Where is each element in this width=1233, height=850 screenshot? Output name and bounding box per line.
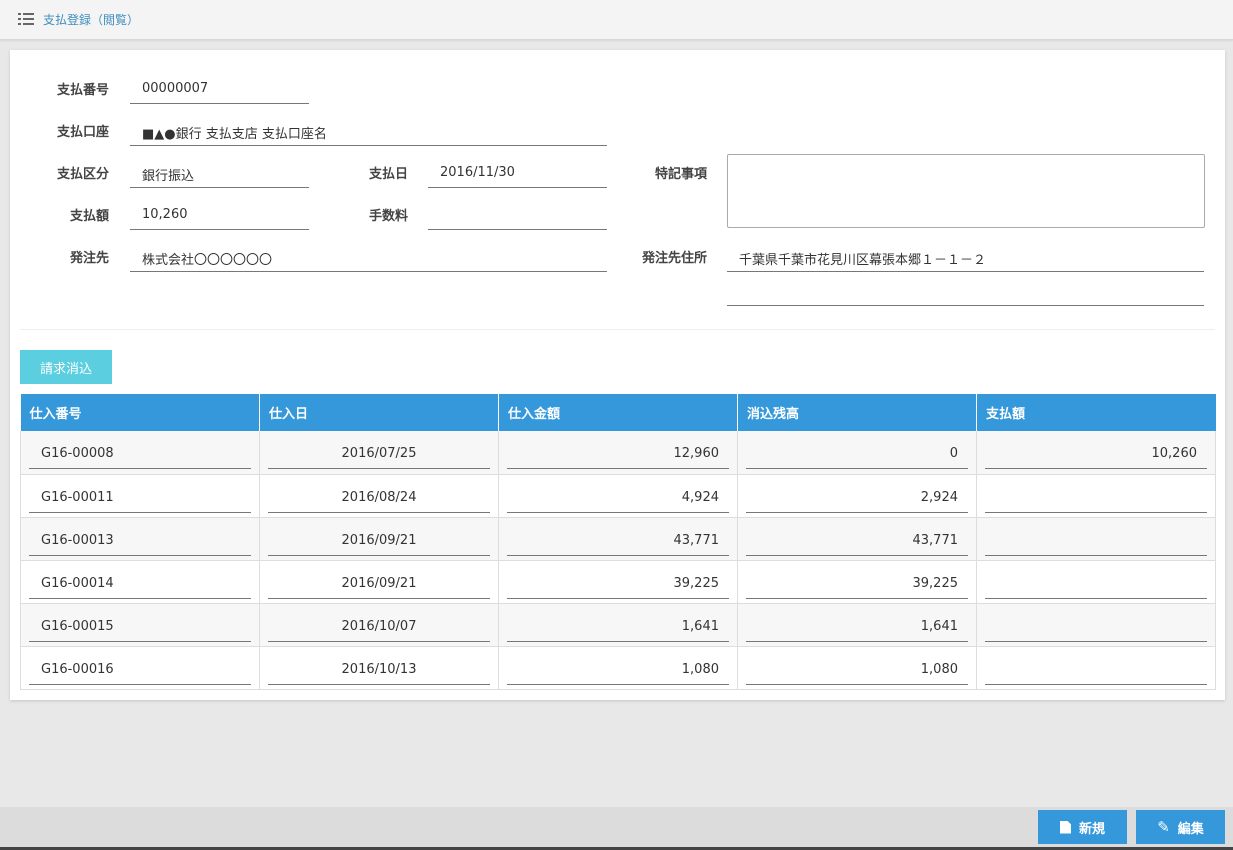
payment-account-field[interactable]: ■▲●銀行 支払支店 支払口座名 (130, 112, 607, 146)
footer-bar: 新規 ✎ 編集 (0, 807, 1233, 850)
purchase-number-cell[interactable]: G16-00008 (29, 435, 251, 470)
fee-label: 手数料 (368, 209, 408, 224)
payment-type-label: 支払区分 (56, 167, 109, 182)
payment-account-label: 支払口座 (56, 125, 109, 140)
remaining-balance-cell[interactable]: 2,924 (746, 479, 968, 513)
column-header-purchase-number: 仕入番号 (20, 394, 260, 431)
payment-date-label: 支払日 (368, 167, 408, 182)
payment-amount-cell[interactable]: 10,260 (985, 435, 1207, 470)
purchase-date-cell[interactable]: 2016/10/13 (268, 651, 490, 685)
payment-amount-field[interactable]: 10,260 (130, 196, 309, 230)
vendor-address-line2[interactable] (727, 272, 1204, 306)
purchase-number-cell[interactable]: G16-00011 (29, 479, 251, 513)
pencil-icon: ✎ (1157, 817, 1170, 836)
remaining-balance-cell[interactable]: 43,771 (746, 522, 968, 556)
table-row: G16-00008 2016/07/25 12,960 0 10,260 (20, 431, 1216, 475)
new-button[interactable]: 新規 (1038, 810, 1127, 844)
purchase-date-cell[interactable]: 2016/08/24 (268, 479, 490, 513)
purchase-amount-cell[interactable]: 12,960 (507, 435, 729, 470)
purchase-amount-cell[interactable]: 43,771 (507, 522, 729, 556)
column-header-payment-amount: 支払額 (976, 394, 1216, 431)
payment-amount-cell[interactable] (985, 565, 1207, 599)
new-button-label: 新規 (1078, 821, 1105, 837)
edit-button[interactable]: ✎ 編集 (1136, 810, 1225, 844)
fee-field[interactable] (428, 196, 607, 230)
special-notes-label: 特記事項 (654, 167, 707, 182)
column-header-remaining-balance: 消込残高 (737, 394, 977, 431)
remaining-balance-cell[interactable]: 1,641 (746, 608, 968, 642)
top-bar: 支払登録（閲覧） (0, 0, 1233, 40)
purchase-date-cell[interactable]: 2016/09/21 (268, 565, 490, 599)
document-icon (1059, 820, 1071, 834)
purchase-number-cell[interactable]: G16-00013 (29, 522, 251, 556)
edit-button-label: 編集 (1177, 821, 1204, 837)
table-header-row: 仕入番号 仕入日 仕入金額 消込残高 支払額 (20, 394, 1216, 431)
purchase-date-cell[interactable]: 2016/10/07 (268, 608, 490, 642)
remaining-balance-cell[interactable]: 39,225 (746, 565, 968, 599)
main-panel: 支払番号 00000007 支払口座 ■▲●銀行 支払支店 支払口座名 支払区分… (10, 50, 1225, 700)
vendor-field[interactable]: 株式会社〇〇〇〇〇〇 (130, 238, 607, 272)
purchase-date-cell[interactable]: 2016/09/21 (268, 522, 490, 556)
payment-number-label: 支払番号 (56, 83, 109, 98)
remaining-balance-cell[interactable]: 0 (746, 435, 968, 470)
invoice-reconcile-button[interactable]: 請求消込 (20, 350, 112, 384)
purchase-table: 仕入番号 仕入日 仕入金額 消込残高 支払額 G16-00008 2016/07… (20, 394, 1216, 690)
payment-amount-cell[interactable] (985, 651, 1207, 685)
column-header-purchase-amount: 仕入金額 (498, 394, 738, 431)
payment-amount-cell[interactable] (985, 522, 1207, 556)
payment-number-field[interactable]: 00000007 (130, 70, 309, 104)
remaining-balance-cell[interactable]: 1,080 (746, 651, 968, 685)
purchase-amount-cell[interactable]: 1,080 (507, 651, 729, 685)
table-row: G16-00016 2016/10/13 1,080 1,080 (20, 646, 1216, 690)
table-row: G16-00015 2016/10/07 1,641 1,641 (20, 603, 1216, 647)
table-row: G16-00013 2016/09/21 43,771 43,771 (20, 517, 1216, 561)
section-divider (20, 329, 1215, 330)
payment-amount-cell[interactable] (985, 608, 1207, 642)
vendor-address-line1[interactable]: 千葉県千葉市花見川区幕張本郷１－１－２ (727, 238, 1204, 272)
page-title: 支払登録（閲覧） (43, 13, 140, 27)
special-notes-textarea[interactable] (727, 154, 1205, 228)
purchase-amount-cell[interactable]: 1,641 (507, 608, 729, 642)
payment-type-field[interactable]: 銀行振込 (130, 154, 309, 188)
column-header-purchase-date: 仕入日 (259, 394, 499, 431)
payment-date-field[interactable]: 2016/11/30 (428, 154, 607, 188)
purchase-number-cell[interactable]: G16-00016 (29, 651, 251, 685)
purchase-date-cell[interactable]: 2016/07/25 (268, 435, 490, 470)
purchase-number-cell[interactable]: G16-00014 (29, 565, 251, 599)
purchase-number-cell[interactable]: G16-00015 (29, 608, 251, 642)
vendor-address-label: 発注先住所 (641, 251, 707, 266)
payment-amount-label: 支払額 (69, 209, 109, 224)
payment-amount-cell[interactable] (985, 479, 1207, 513)
table-row: G16-00014 2016/09/21 39,225 39,225 (20, 560, 1216, 604)
purchase-amount-cell[interactable]: 4,924 (507, 479, 729, 513)
table-row: G16-00011 2016/08/24 4,924 2,924 (20, 474, 1216, 518)
vendor-label: 発注先 (69, 251, 109, 266)
purchase-amount-cell[interactable]: 39,225 (507, 565, 729, 599)
list-icon (18, 13, 34, 26)
